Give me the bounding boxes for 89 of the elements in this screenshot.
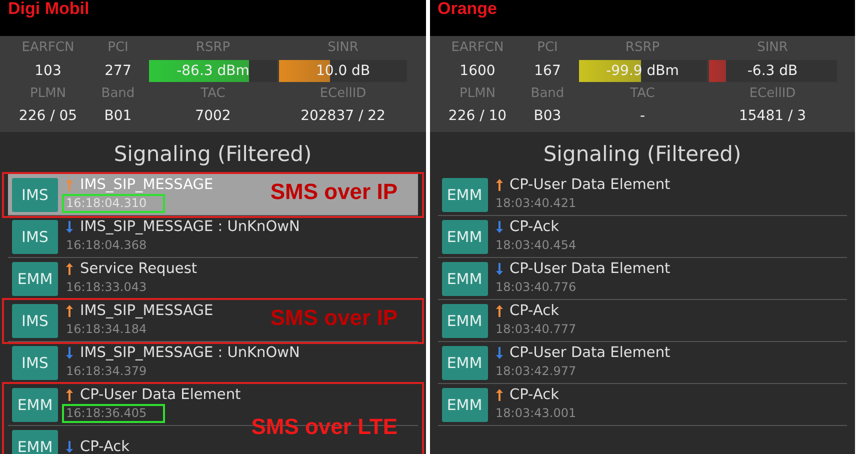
stat-label: ECellID [748, 86, 797, 102]
message-name: CP-User Data Element [510, 260, 670, 278]
meter-reading: -6.3 dB [747, 63, 798, 79]
protocol-badge: EMM [12, 262, 58, 296]
stat-value: 226 / 05 [18, 107, 78, 126]
down-arrow-icon [66, 347, 73, 359]
up-arrow-icon [66, 263, 73, 275]
protocol-badge: EMM [442, 388, 488, 422]
message-time: 16:18:36.405 [62, 404, 165, 423]
down-arrow-icon [496, 347, 502, 359]
protocol-badge: EMM [12, 430, 58, 454]
up-arrow-icon [496, 179, 502, 191]
message-time: 16:18:04.310 [62, 194, 165, 213]
protocol-badge: EMM [442, 178, 488, 212]
message-name: IMS_SIP_MESSAGE [80, 302, 214, 320]
message-name: CP-Ack [80, 438, 130, 454]
stat-value: 202837 / 22 [300, 107, 386, 126]
message-time: 18:03:40.421 [494, 195, 578, 212]
protocol-badge: EMM [442, 346, 488, 380]
message-name: CP-Ack [510, 218, 559, 236]
message-row[interactable]: IMS IMS_SIP_MESSAGE : UnKnOwN 16:18:04.368 [8, 216, 418, 258]
carrier-name: Digi Mobil [8, 0, 90, 18]
message-row[interactable]: IMS IMS_SIP_MESSAGE : UnKnOwN 16:18:34.379 [8, 342, 418, 384]
message-name: Service Request [80, 260, 198, 278]
down-arrow-icon [66, 221, 73, 233]
message-name: IMS_SIP_MESSAGE : UnKnOwN [80, 344, 300, 362]
stat-label: PLMN [458, 86, 497, 102]
stat-label: ECellID [318, 86, 368, 102]
protocol-badge: EMM [442, 220, 488, 254]
stat-value: 167 [533, 62, 562, 81]
message-name: CP-Ack [510, 386, 559, 404]
protocol-badge: EMM [442, 304, 488, 338]
up-arrow-icon [66, 305, 73, 317]
stat-label: PCI [106, 40, 130, 56]
up-arrow-icon [496, 389, 502, 401]
protocol-badge: EMM [442, 262, 488, 296]
stat-label: RSRP [194, 40, 232, 56]
protocol-badge: IMS [12, 304, 58, 338]
stat-label: EARFCN [20, 40, 76, 56]
stat-value: 103 [34, 62, 62, 81]
message-name: CP-Ack [510, 302, 559, 320]
protocol-badge: IMS [12, 346, 58, 380]
stat-label: PLMN [28, 86, 68, 102]
message-time: 18:03:40.777 [494, 321, 578, 338]
stat-value: 1600 [458, 62, 496, 81]
stat-value: 277 [104, 62, 132, 81]
protocol-badge: IMS [12, 178, 58, 212]
meter-reading: -86.3 dBm [176, 63, 250, 79]
stat-value: 15481 / 3 [738, 107, 808, 126]
stat-label: TAC [629, 86, 656, 102]
message-time: 18:03:42.977 [494, 363, 578, 380]
message-time: 16:18:04.368 [65, 237, 148, 254]
callout-label: SMS over IP [270, 179, 398, 205]
stat-value: - [638, 107, 646, 126]
message-time: 18:03:40.454 [494, 237, 578, 254]
down-arrow-icon [496, 221, 502, 233]
stat-label: SINR [326, 40, 360, 56]
message-name: CP-User Data Element [510, 344, 670, 362]
down-arrow-icon [496, 263, 502, 275]
carrier-name: Orange [438, 0, 498, 18]
section-title: Signaling (Filtered) [542, 141, 742, 168]
stat-value: 226 / 10 [447, 107, 508, 126]
message-name: IMS_SIP_MESSAGE [80, 176, 214, 194]
section-title: Signaling (Filtered) [112, 141, 313, 168]
down-arrow-icon [66, 440, 73, 452]
protocol-badge: EMM [12, 388, 58, 422]
stat-label: SINR [756, 40, 789, 56]
message-time: 16:18:34.184 [65, 321, 148, 338]
message-time: 16:18:33.043 [65, 279, 148, 296]
stat-label: EARFCN [450, 40, 505, 56]
stat-label: Band [530, 86, 566, 102]
message-name: CP-User Data Element [80, 386, 241, 404]
protocol-badge: IMS [12, 220, 58, 254]
stat-value: B03 [532, 107, 562, 126]
message-time: 18:03:43.001 [494, 405, 578, 422]
stat-label: PCI [536, 40, 559, 56]
stat-label: TAC [200, 86, 226, 102]
stat-value: B01 [103, 107, 133, 126]
stat-label: RSRP [624, 40, 661, 56]
message-time: 16:18:34.379 [65, 363, 148, 380]
message-time: 18:03:40.776 [494, 279, 578, 296]
up-arrow-icon [66, 179, 73, 191]
stat-label: Band [100, 86, 136, 102]
up-arrow-icon [496, 305, 502, 317]
message-name: CP-User Data Element [510, 176, 670, 194]
callout-label: SMS over IP [270, 305, 398, 331]
stat-value: 7002 [194, 107, 232, 126]
message-name: IMS_SIP_MESSAGE : UnKnOwN [80, 218, 300, 236]
up-arrow-icon [66, 389, 73, 401]
